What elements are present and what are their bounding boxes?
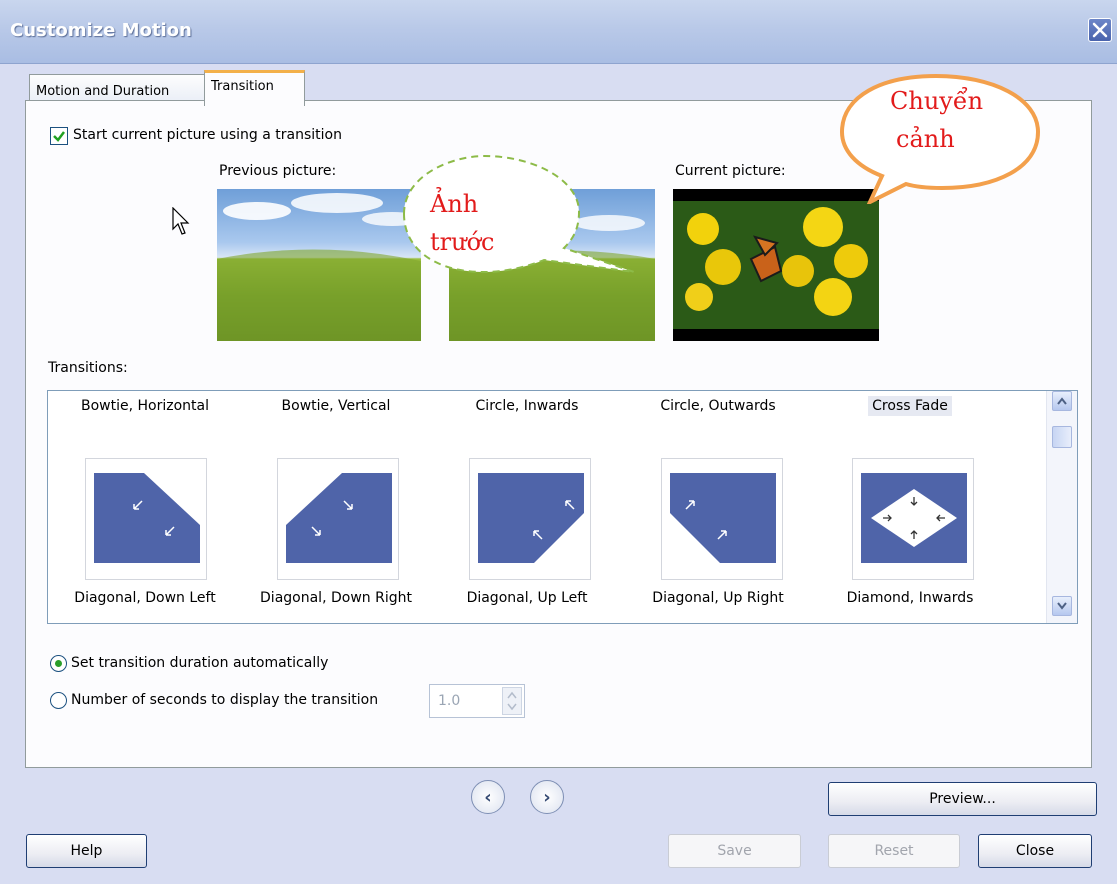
tab-label: Transition — [211, 79, 274, 94]
diagonal-up-left-icon — [478, 473, 584, 563]
duration-auto-label: Set transition duration automatically — [71, 655, 329, 671]
diagonal-up-right-icon — [670, 473, 776, 563]
current-picture-label: Current picture: — [675, 163, 786, 179]
diagonal-down-right-icon — [286, 473, 392, 563]
preview-button[interactable]: Preview... — [828, 782, 1097, 816]
scroll-down-button[interactable] — [1052, 596, 1072, 616]
reset-button-label: Reset — [874, 843, 914, 859]
chevron-down-icon — [1057, 602, 1067, 610]
window-close-button[interactable] — [1088, 18, 1112, 42]
check-icon — [53, 131, 65, 142]
callout-transition-line1: Chuyển — [890, 87, 984, 115]
reset-button[interactable]: Reset — [828, 834, 960, 868]
transition-diamond-inwards[interactable]: Diamond, Inwards — [820, 590, 1000, 606]
close-icon — [1092, 22, 1108, 38]
callout-transition-text: Chuyển cảnh — [890, 82, 983, 158]
next-picture-button[interactable]: › — [530, 780, 564, 814]
thumb-diamond-inwards[interactable] — [852, 458, 974, 580]
duration-seconds-value: 1.0 — [438, 693, 461, 709]
scroll-thumb[interactable] — [1052, 426, 1072, 448]
transition-diagonal-up-right[interactable]: Diagonal, Up Right — [628, 590, 808, 606]
duration-seconds-radio[interactable] — [50, 692, 67, 709]
thumb-diagonal-down-left[interactable] — [85, 458, 207, 580]
duration-auto-radio[interactable] — [50, 655, 67, 672]
thumb-diagonal-down-right[interactable] — [277, 458, 399, 580]
transition-circle-outwards[interactable]: Circle, Outwards — [628, 398, 808, 414]
previous-picture-label: Previous picture: — [219, 163, 337, 179]
callout-previous-bubble — [402, 154, 635, 274]
close-button-label: Close — [1015, 843, 1055, 859]
save-button[interactable]: Save — [668, 834, 801, 868]
start-transition-checkbox[interactable] — [50, 127, 68, 145]
duration-spinner[interactable] — [502, 687, 522, 715]
transition-bowtie-horizontal[interactable]: Bowtie, Horizontal — [55, 398, 235, 414]
chevron-right-icon: › — [543, 786, 551, 808]
diagonal-down-left-icon — [94, 473, 200, 563]
transition-bowtie-vertical[interactable]: Bowtie, Vertical — [246, 398, 426, 414]
window-title: Customize Motion — [10, 20, 192, 41]
thumb-diagonal-up-right[interactable] — [661, 458, 783, 580]
close-button[interactable]: Close — [978, 834, 1092, 868]
title-bar: Customize Motion — [0, 0, 1117, 64]
preview-button-label: Preview... — [929, 791, 996, 807]
previous-picture-button[interactable]: ‹ — [471, 780, 505, 814]
transition-diagonal-down-right[interactable]: Diagonal, Down Right — [246, 590, 426, 606]
mouse-pointer-icon — [172, 207, 190, 235]
help-button-label: Help — [70, 843, 103, 859]
callout-previous-text: Ảnh trước — [430, 185, 494, 261]
save-button-label: Save — [717, 843, 752, 859]
callout-transition-line2: cảnh — [896, 125, 955, 153]
scroll-up-button[interactable] — [1052, 391, 1072, 411]
chevron-up-icon — [1057, 397, 1067, 405]
current-picture-image — [673, 189, 879, 341]
tab-label: Motion and Duration — [36, 84, 170, 99]
duration-seconds-label: Number of seconds to display the transit… — [71, 692, 379, 708]
start-transition-label: Start current picture using a transition — [73, 127, 342, 143]
transition-cross-fade-label: Cross Fade — [868, 396, 952, 416]
transition-cross-fade[interactable]: Cross Fade — [820, 396, 1000, 416]
tab-transition[interactable]: Transition — [204, 70, 305, 106]
transition-diagonal-down-left[interactable]: Diagonal, Down Left — [55, 590, 235, 606]
transition-diagonal-up-left[interactable]: Diagonal, Up Left — [437, 590, 617, 606]
callout-previous-line2: trước — [430, 228, 495, 256]
thumb-diagonal-up-left[interactable] — [469, 458, 591, 580]
spinner-arrows-icon — [507, 691, 517, 711]
callout-previous-line1: Ảnh — [430, 190, 479, 218]
chevron-left-icon: ‹ — [484, 786, 492, 808]
transition-circle-inwards[interactable]: Circle, Inwards — [437, 398, 617, 414]
help-button[interactable]: Help — [26, 834, 147, 868]
diamond-inwards-icon — [861, 473, 967, 563]
transitions-label: Transitions: — [48, 360, 128, 376]
